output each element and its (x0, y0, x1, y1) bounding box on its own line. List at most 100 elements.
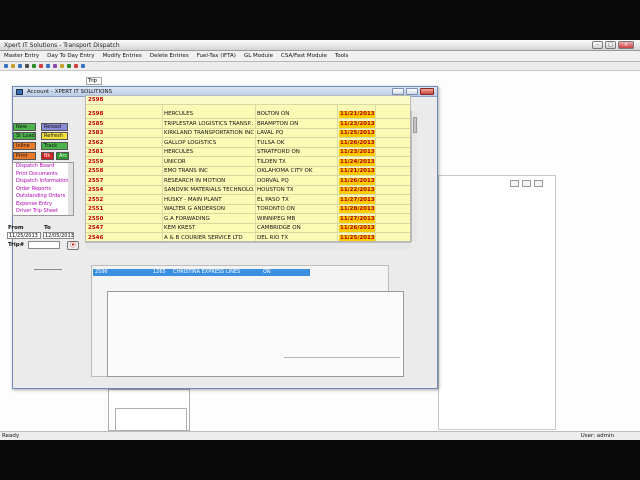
menu-fuel-tax[interactable]: Fuel-Tax (IFTA) (193, 51, 240, 61)
maximize-button[interactable]: □ (605, 41, 616, 49)
table-row[interactable]: 2558 EMO TRANS INC OKLAHOMA CITY OK 11/21/2… (86, 167, 410, 176)
trip-number-input[interactable] (28, 241, 60, 249)
refresh-icon[interactable] (32, 64, 36, 68)
menu-modify-entries[interactable]: Modify Entries (99, 51, 146, 61)
order-id-cell: 2585 (88, 120, 104, 127)
grid-vertical-scrollbar[interactable] (411, 111, 418, 242)
date-cell: 11/25/2013 (339, 130, 375, 137)
to-date-picker[interactable]: 12/05/2013 (43, 232, 74, 239)
city-cell: CAMBRIDGE ON (257, 225, 301, 231)
city-cell: DORVAL PQ (257, 177, 289, 184)
background-window (438, 175, 556, 430)
menu-order-reports[interactable]: Order Reports (13, 186, 73, 194)
menu-expense-entry[interactable]: Expense Entry (13, 201, 73, 209)
report-icon[interactable] (53, 64, 57, 68)
grid-horizontal-scrollbar[interactable] (85, 242, 411, 249)
table-row[interactable]: 2581 HERCULES STRATFORD ON 11/23/2013 (86, 148, 410, 157)
menu-outstanding-orders[interactable]: Outstanding Orders (13, 193, 73, 201)
toolbar (0, 62, 640, 71)
st-load-button[interactable]: St Load (13, 132, 36, 140)
menu-print-documents[interactable]: Print Documents (13, 171, 73, 179)
track-button[interactable]: Track (41, 142, 68, 150)
arc-button[interactable]: Arc (56, 152, 69, 160)
folder-icon[interactable] (60, 64, 64, 68)
city-cell: BRAMPTON ON (257, 120, 299, 127)
city-cell: TULSA OK (257, 139, 285, 146)
menu-master-entry[interactable]: Master Entry (0, 51, 43, 61)
bk-button[interactable]: Bk (41, 152, 54, 160)
menu-delete-entries[interactable]: Delete Entries (146, 51, 193, 61)
grid-header-id: 2598 (88, 97, 104, 103)
date-cell: 11/25/2013 (339, 234, 375, 241)
customer-name-cell: UNICOR (164, 158, 186, 165)
stop-icon[interactable] (74, 64, 78, 68)
menu-driver-trip-sheet[interactable]: Driver Trip Sheet (13, 208, 73, 215)
app-titlebar: Xpert IT Solutions - Transport Dispatch … (0, 40, 640, 51)
menu-dispatch-information[interactable]: Dispatch Information (13, 178, 73, 186)
table-row[interactable]: 2546 A & B COURIER SERVICE LTD DEL RIO TX 1… (86, 234, 410, 241)
delete-icon[interactable] (39, 64, 43, 68)
details-divider (284, 357, 400, 358)
customer-name-cell: HERCULES (164, 111, 194, 117)
reload-button[interactable]: Reload (41, 123, 68, 131)
table-row[interactable]: 2559 UNICOR TILDEN TX 11/24/2013 (86, 158, 410, 167)
app-title: Xpert IT Solutions - Transport Dispatch (4, 42, 120, 49)
account-minimize-button[interactable] (392, 88, 404, 95)
divider-line (34, 269, 62, 270)
order-id-cell: 2552 (88, 196, 104, 203)
minimize-button[interactable]: – (592, 41, 603, 49)
order-id-cell: 2551 (88, 206, 104, 212)
background-tab[interactable]: Trip (86, 77, 102, 85)
new-button[interactable]: New (13, 123, 36, 131)
date-cell: 11/27/2013 (339, 215, 375, 223)
bg-maximize-icon[interactable] (522, 180, 531, 187)
bg-minimize-icon[interactable] (510, 180, 519, 187)
customer-name-cell: HUSKY - MAIN PLANT (164, 196, 222, 203)
new-icon[interactable] (4, 64, 8, 68)
table-row[interactable]: 2554 SANDVIK MATERIALS TECHNOLO... HOUSTON… (86, 186, 410, 195)
customer-name-cell: KIRKLAND TRANSPORTATION INC (164, 130, 254, 136)
help-icon[interactable] (81, 64, 85, 68)
account-close-button[interactable] (420, 88, 434, 95)
close-button[interactable]: ✕ (618, 41, 634, 49)
menu-csa-fast-module[interactable]: CSA/Fast Module (277, 51, 331, 61)
menu-dispatch-board[interactable]: Dispatch Board (13, 163, 73, 171)
menu-gl-module[interactable]: GL Module (240, 51, 277, 61)
account-maximize-button[interactable] (406, 88, 418, 95)
table-row[interactable]: 2550 G.A FORWADING WINNIPEG MB 11/27/2013 (86, 215, 410, 224)
bg-close-icon[interactable] (534, 180, 543, 187)
search-icon[interactable] (46, 64, 50, 68)
go-search-button[interactable]: ⦿ (67, 241, 79, 250)
table-row[interactable]: 2552 HUSKY - MAIN PLANT EL PASO TX 11/27/20… (86, 196, 410, 205)
truck-icon[interactable] (67, 64, 71, 68)
table-row[interactable]: 2557 RESEARCH IN MOTION DORVAL PQ 11/26/201… (86, 177, 410, 186)
table-row[interactable]: 2547 KEM KREST CAMBRIDGE ON 11/26/2013 (86, 224, 410, 233)
selected-row-number: 1265 (153, 269, 166, 275)
date-cell: 11/24/2013 (339, 158, 375, 166)
dispatch-list-scrollbar[interactable] (68, 163, 73, 215)
inline-button[interactable]: Inline (13, 142, 36, 150)
refresh-button[interactable]: Refresh (41, 132, 68, 140)
status-user: User: admin (580, 433, 614, 439)
trip-label: Trip# (8, 242, 25, 248)
save-icon[interactable] (18, 64, 22, 68)
selected-order-row[interactable]: 2596 1265 CHRISTINA EXPRESS LINES ON (93, 269, 310, 276)
table-row[interactable]: 2585 TRIPLESTAR LOGISTICS TRANSP... BRAMPT… (86, 120, 410, 129)
menu-day-to-day-entry[interactable]: Day To Day Entry (43, 51, 98, 61)
table-row[interactable]: 2551 WALTER G ANDERSON TORONTO ON 11/28/201… (86, 205, 410, 214)
table-row[interactable]: 2598 HERCULES BOLTON ON 11/21/2013 (86, 110, 410, 119)
status-text: Ready (2, 433, 20, 439)
city-cell: WINNIPEG MB (257, 215, 296, 222)
from-date-picker[interactable]: 11/25/2013 (7, 232, 41, 239)
city-cell: BOLTON ON (257, 111, 290, 117)
table-row[interactable]: 2562 GALLOP LOGISTICS TULSA OK 11/26/2013 (86, 139, 410, 148)
order-id-cell: 2557 (88, 177, 104, 184)
menu-tools[interactable]: Tools (331, 51, 353, 61)
print-button[interactable]: Print (13, 152, 36, 160)
table-row[interactable]: 2583 KIRKLAND TRANSPORTATION INC LAVAL PQ 1… (86, 129, 410, 138)
background-subpanel (115, 408, 187, 431)
customer-name-cell: HERCULES (164, 149, 194, 155)
date-cell: 11/23/2013 (339, 120, 375, 128)
open-icon[interactable] (11, 64, 15, 68)
print-icon[interactable] (25, 64, 29, 68)
